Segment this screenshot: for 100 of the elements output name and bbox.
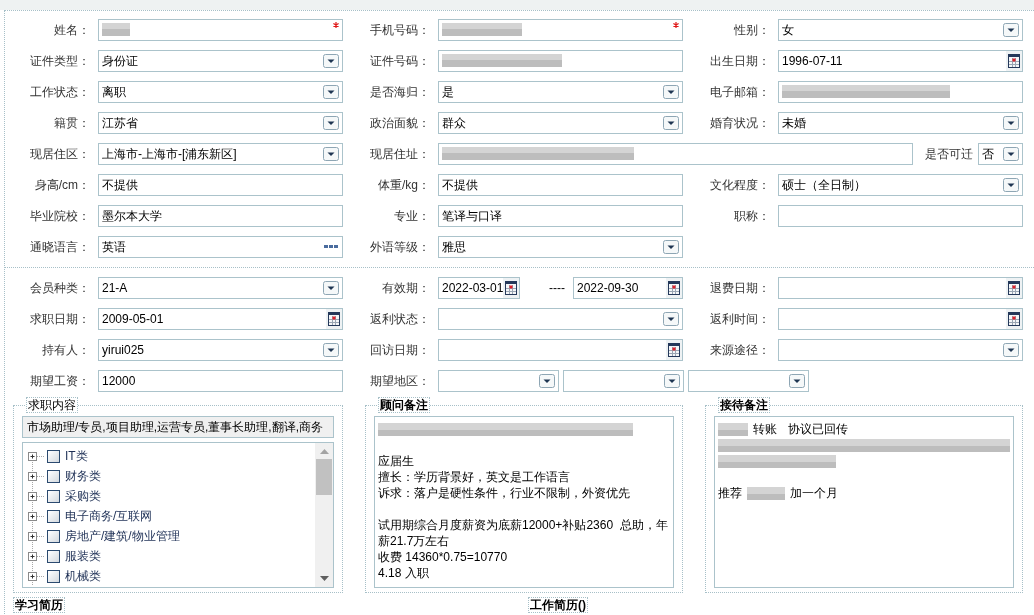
select-field[interactable] xyxy=(563,369,684,392)
category-label[interactable]: 财务类 xyxy=(65,467,101,485)
date-range-separator: ---- xyxy=(549,279,565,297)
category-label[interactable]: 房地产/建筑/物业管理 xyxy=(65,527,180,545)
text-field[interactable] xyxy=(438,142,913,165)
select-field[interactable]: 群众 xyxy=(438,111,683,134)
redacted-block xyxy=(718,422,748,436)
text-field[interactable] xyxy=(438,18,683,41)
text-field[interactable] xyxy=(778,80,1023,103)
note-text: 加一个月 xyxy=(790,485,838,501)
field-label: 是否可迁 xyxy=(925,145,973,163)
checkbox[interactable] xyxy=(47,529,60,543)
date-field[interactable] xyxy=(778,276,1023,299)
note-line: 应届生 xyxy=(378,453,415,469)
notes-field[interactable]: 应届生 擅长：学历背景好，英文是工作语言 诉求：落户是硬性条件，行业不限制，外资优先 试用期综合月度薪资为底薪12000+补贴2360 总助，年薪21.7万左右 收费 14360*0.75=10770 4.18 入职 xyxy=(374,416,674,588)
select-field[interactable]: 上海市-上海市-[浦东新区] xyxy=(98,142,343,165)
field-label: 职称： xyxy=(733,207,770,225)
note-text: 转账 xyxy=(753,421,777,437)
field-label: 期望工资： xyxy=(29,372,90,390)
field-label: 专业： xyxy=(393,207,430,225)
select-field[interactable]: 江苏省 xyxy=(98,111,343,134)
category-label[interactable]: 采购类 xyxy=(65,487,101,505)
select-field[interactable] xyxy=(688,369,809,392)
text-field[interactable]: 不提供 xyxy=(98,173,343,196)
select-field[interactable]: 离职 xyxy=(98,80,343,103)
field-label: 证件号码： xyxy=(369,52,430,70)
text-field[interactable]: 不提供 xyxy=(438,173,683,196)
text-field[interactable] xyxy=(438,49,683,72)
select-field[interactable]: 雅思 xyxy=(438,235,683,258)
section-legend: 学习简历 xyxy=(13,597,65,613)
field-label: 籍贯： xyxy=(53,114,90,132)
picker-field[interactable]: 英语 xyxy=(98,235,343,258)
field-label: 电子邮箱： xyxy=(709,83,770,101)
field-label: 婚育状况： xyxy=(709,114,770,132)
calendar-icon[interactable] xyxy=(503,277,519,298)
select-field[interactable]: 是 xyxy=(438,80,683,103)
field-label: 性别： xyxy=(733,21,770,39)
checkbox[interactable] xyxy=(47,469,60,483)
select-field[interactable] xyxy=(438,307,683,330)
checkbox[interactable] xyxy=(47,549,60,563)
field-label: 外语等级： xyxy=(369,238,430,256)
select-field[interactable]: 否 xyxy=(978,142,1023,165)
select-field[interactable]: 21-A xyxy=(98,276,343,299)
select-field[interactable] xyxy=(778,338,1023,361)
notes-field[interactable]: 转账 协议已回传 推荐 加一个月 xyxy=(714,416,1014,588)
field-label: 证件类型： xyxy=(29,52,90,70)
select-field[interactable]: 身份证 xyxy=(98,49,343,72)
date-field[interactable]: 2009-05-01 xyxy=(98,307,343,330)
text-field[interactable] xyxy=(98,18,343,41)
checkbox[interactable] xyxy=(47,489,60,503)
text-field[interactable]: 笔译与口译 xyxy=(438,204,683,227)
category-label[interactable]: IT类 xyxy=(65,447,88,465)
checkbox[interactable] xyxy=(47,569,60,583)
date-field[interactable]: 2022-03-01 xyxy=(438,276,520,299)
select-field[interactable] xyxy=(438,369,559,392)
calendar-icon[interactable] xyxy=(1006,277,1022,298)
select-field[interactable]: yirui025 xyxy=(98,338,343,361)
field-label: 政治面貌： xyxy=(369,114,430,132)
calendar-icon[interactable] xyxy=(1006,308,1022,329)
text-field[interactable]: 12000 xyxy=(98,369,343,392)
note-line: 收费 14360*0.75=10770 xyxy=(378,549,509,565)
calendar-icon[interactable] xyxy=(1006,50,1022,71)
calendar-icon[interactable] xyxy=(666,277,682,298)
text-field[interactable]: 墨尔本大学 xyxy=(98,204,343,227)
category-label[interactable]: 机械类 xyxy=(65,567,101,585)
select-field[interactable]: 硕士（全日制） xyxy=(778,173,1023,196)
calendar-icon[interactable] xyxy=(666,339,682,360)
category-label[interactable]: 电子商务/互联网 xyxy=(65,507,153,525)
note-text: 协议已回传 xyxy=(788,421,848,437)
checkbox[interactable] xyxy=(47,509,60,523)
checkbox[interactable] xyxy=(47,449,60,463)
scrollbar[interactable] xyxy=(315,443,333,587)
note-line: 试用期综合月度薪资为底薪12000+补贴2360 总助，年薪21.7万左右 xyxy=(378,517,669,549)
date-field[interactable]: 1996-07-11 xyxy=(778,49,1023,72)
field-label: 期望地区： xyxy=(369,372,430,390)
field-label: 手机号码： xyxy=(369,21,430,39)
date-field[interactable] xyxy=(778,307,1023,330)
field-label: 持有人： xyxy=(41,341,90,359)
ellipsis-icon[interactable] xyxy=(324,245,338,248)
category-label[interactable]: 服装类 xyxy=(65,547,101,565)
scroll-down-arrow-icon[interactable] xyxy=(319,576,329,581)
note-line: 擅长：学历背景好，英文是工作语言 xyxy=(378,469,571,485)
field-label: 退费日期： xyxy=(709,279,770,297)
selected-positions-field[interactable]: 市场助理/专员,项目助理,运营专员,董事长助理,翻译,商务 xyxy=(22,416,334,438)
text-field[interactable] xyxy=(778,204,1023,227)
calendar-icon[interactable] xyxy=(326,308,342,329)
field-label: 通晓语言： xyxy=(29,238,90,256)
section-legend: 接待备注 xyxy=(718,397,770,413)
field-label: 返利时间： xyxy=(709,310,770,328)
note-text: 推荐 xyxy=(718,485,742,501)
scrollbar-thumb[interactable] xyxy=(316,459,332,495)
note-line: 诉求：落户是硬性条件，行业不限制，外资优先 xyxy=(378,485,631,501)
field-label: 文化程度： xyxy=(709,176,770,194)
date-field[interactable] xyxy=(438,338,683,361)
select-field[interactable]: 未婚 xyxy=(778,111,1023,134)
date-field[interactable]: 2022-09-30 xyxy=(573,276,683,299)
select-field[interactable]: 女 xyxy=(778,18,1023,41)
redacted-block xyxy=(747,486,785,500)
section-legend: 工作简历() xyxy=(528,597,588,613)
section-legend: 求职内容 xyxy=(26,397,78,413)
